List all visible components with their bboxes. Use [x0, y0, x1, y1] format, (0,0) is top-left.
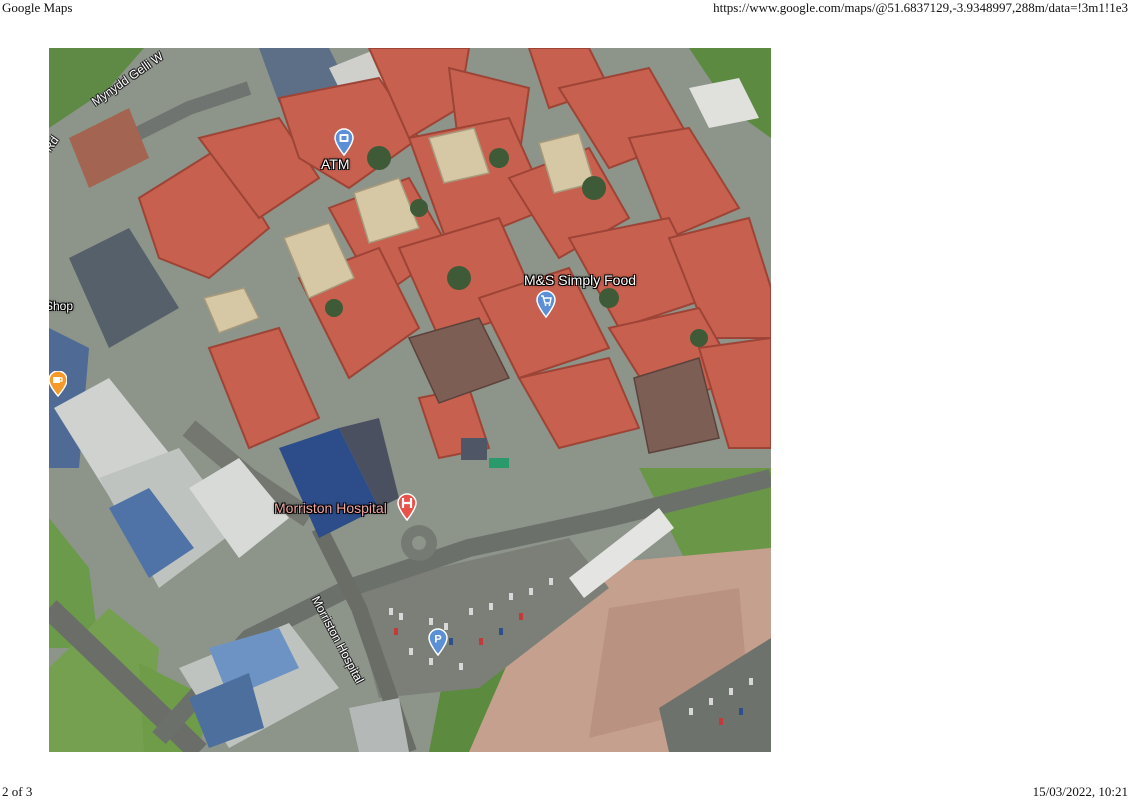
cafe-pin-icon[interactable] — [49, 371, 67, 397]
print-footer-datetime: 15/03/2022, 10:21 — [1032, 784, 1128, 799]
print-footer-page-number: 2 of 3 — [2, 784, 33, 799]
hospital-pin-icon[interactable] — [396, 493, 418, 521]
satellite-map[interactable]: ATM M&S Simply Food Morriston Hospital P… — [49, 48, 771, 752]
shopping-cart-pin-icon[interactable] — [535, 290, 557, 318]
print-header-title: Google Maps — [2, 0, 73, 15]
parking-pin-icon[interactable]: P — [427, 628, 449, 656]
print-header-url: https://www.google.com/maps/@51.6837129,… — [713, 0, 1128, 15]
satellite-imagery — [49, 48, 771, 752]
morriston-hospital-label[interactable]: Morriston Hospital — [274, 500, 387, 516]
ms-simply-food-label[interactable]: M&S Simply Food — [524, 272, 636, 288]
atm-label[interactable]: ATM — [321, 156, 350, 172]
svg-text:P: P — [434, 634, 441, 646]
atm-pin-icon[interactable] — [333, 128, 355, 156]
shop-label[interactable]: Shop — [49, 298, 73, 314]
